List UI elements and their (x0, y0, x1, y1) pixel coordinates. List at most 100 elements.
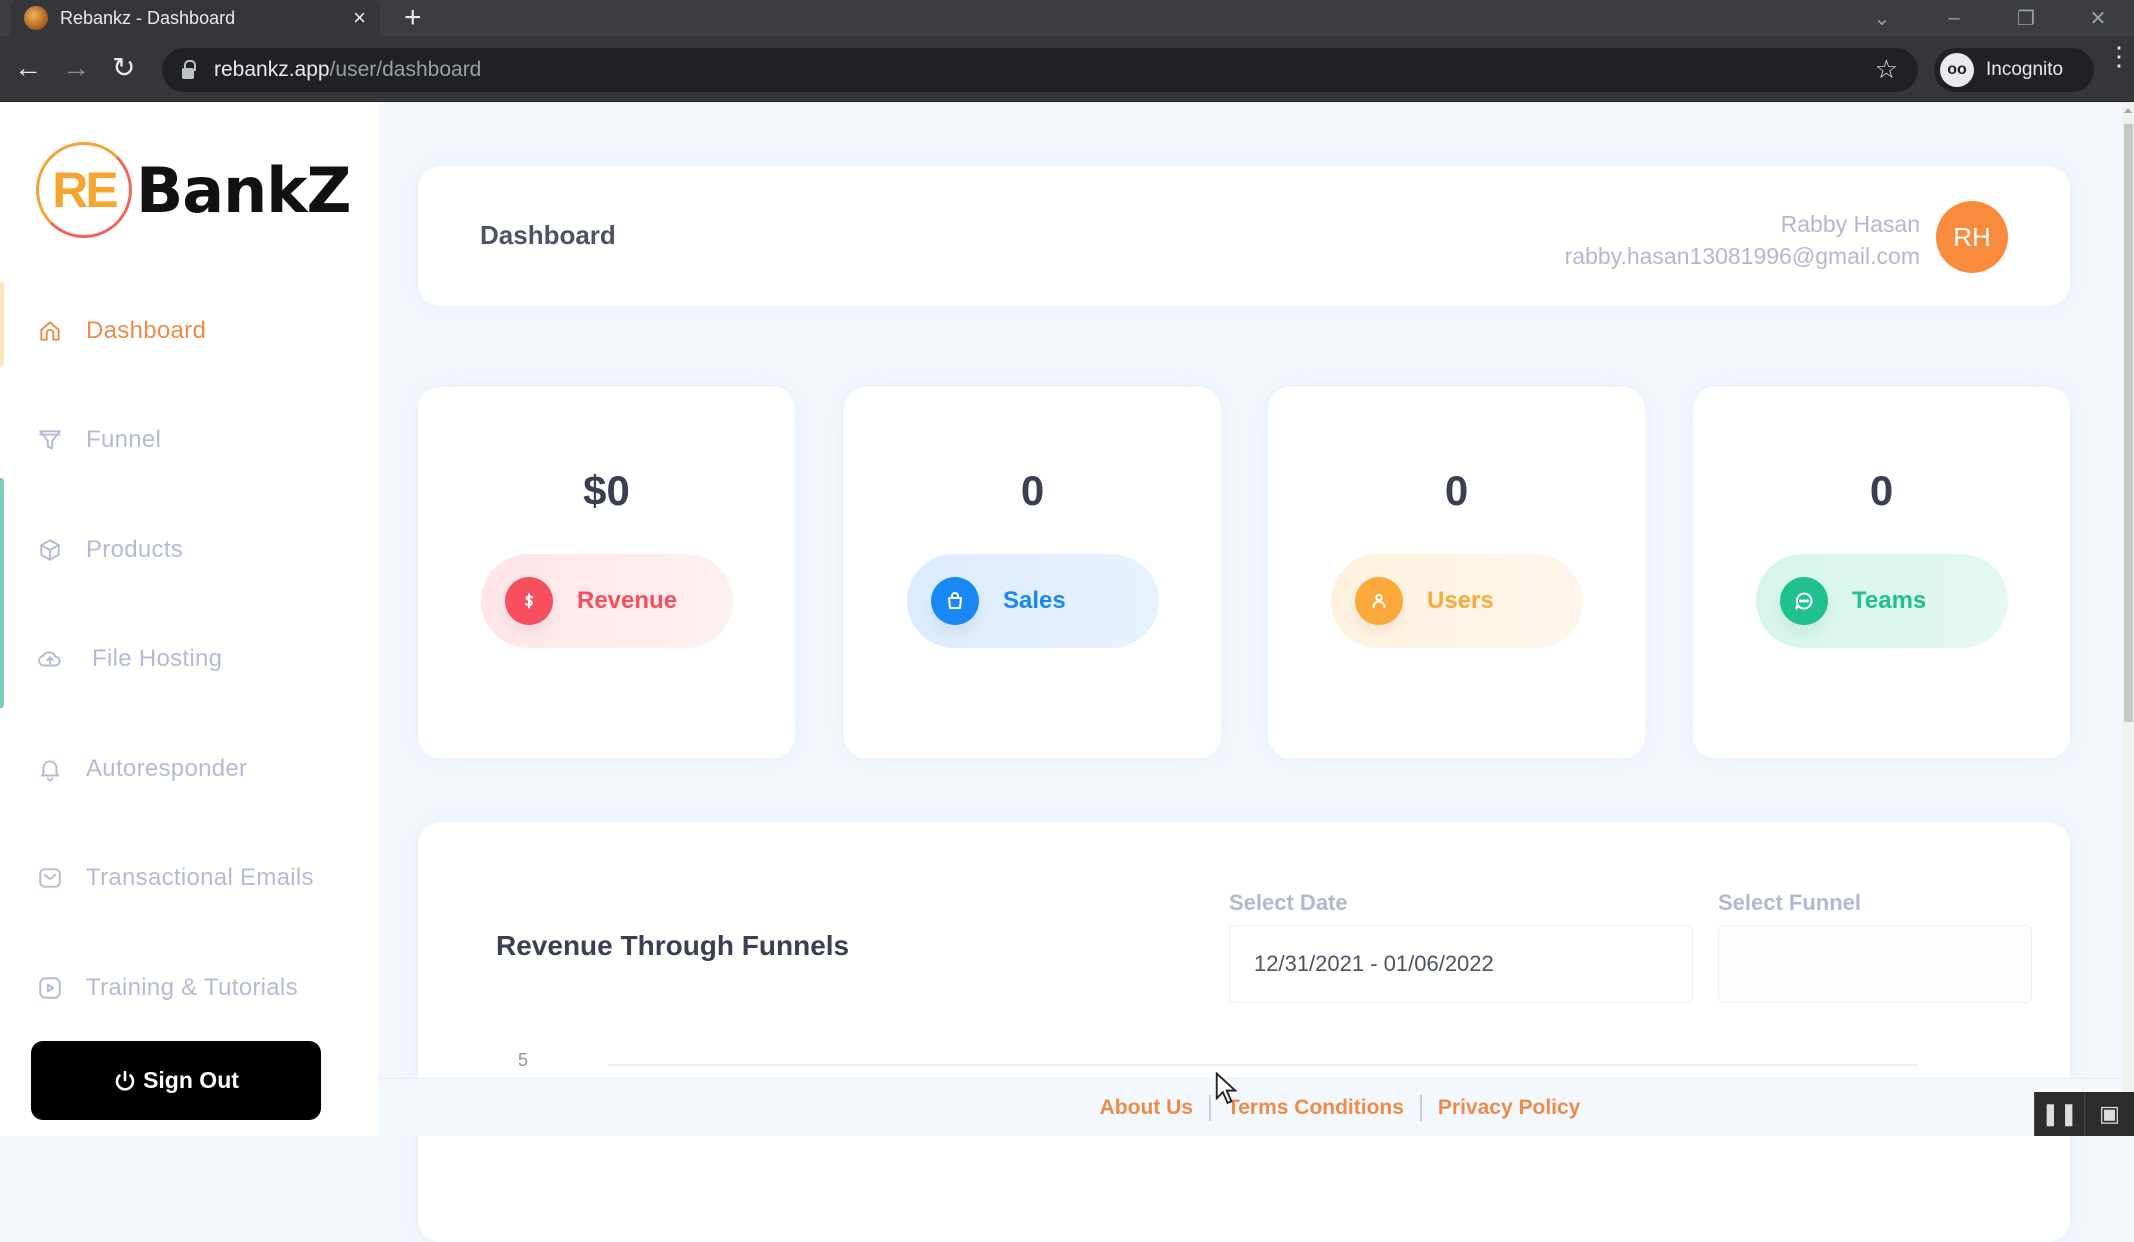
funnel-select[interactable] (1718, 925, 2032, 1003)
restore-icon[interactable]: ❐ (1990, 6, 2062, 31)
logo-circle-arrows-icon: RE (36, 142, 132, 238)
sidebar-item-file-hosting[interactable]: File Hosting (36, 639, 222, 679)
about-us-link[interactable]: About Us (1100, 1096, 1193, 1120)
sidebar-item-label: Autoresponder (86, 755, 248, 782)
browser-tab[interactable]: Rebankz - Dashboard × (10, 0, 380, 36)
panel-title: Revenue Through Funnels (496, 930, 850, 961)
browser-tab-bar: Rebankz - Dashboard × + ⌄ – ❐ ✕ (0, 0, 2134, 36)
user-icon (1355, 577, 1403, 625)
stat-value: 0 (1020, 467, 1045, 514)
home-icon (36, 317, 64, 345)
sidebar-item-label: Funnel (86, 426, 162, 453)
tab-title: Rebankz - Dashboard (60, 7, 236, 28)
window-controls: ⌄ – ❐ ✕ (1846, 0, 2134, 36)
sidebar-item-funnel[interactable]: Funnel (36, 420, 161, 460)
sidebar-item-label: File Hosting (92, 645, 223, 672)
sidebar-item-dashboard[interactable]: Dashboard (36, 311, 206, 351)
date-range-input[interactable]: 12/31/2021 - 01/06/2022 (1229, 925, 1693, 1003)
close-tab-icon[interactable]: × (353, 5, 366, 31)
incognito-label: Incognito (1986, 59, 2064, 80)
rebankz-logo[interactable]: RE BankZ (36, 140, 351, 240)
select-date-label: Select Date (1229, 890, 1348, 915)
sidebar-item-autoresponder[interactable]: Autoresponder (36, 749, 247, 789)
revenue-pill[interactable]: Revenue (481, 554, 733, 648)
chat-icon (1780, 577, 1828, 625)
lock-icon (182, 59, 196, 79)
recording-controls: ❚❚ ▣ (2034, 1092, 2134, 1136)
dollar-icon (505, 577, 553, 625)
sidebar-item-training-tutorials[interactable]: Training & Tutorials (36, 968, 298, 1008)
shopping-bag-icon (931, 577, 979, 625)
scroll-up-arrow-icon[interactable] (2124, 108, 2132, 113)
stat-label: Sales (1003, 587, 1066, 614)
sidebar-item-label: Products (86, 536, 184, 563)
footer: About Us Terms Conditions Privacy Policy (378, 1078, 2122, 1136)
stat-label: Revenue (577, 587, 678, 614)
page-scrollbar[interactable] (2122, 102, 2134, 1136)
box-icon (36, 536, 64, 564)
bookmark-star-icon[interactable]: ☆ (1875, 54, 1898, 85)
incognito-icon: oo (1940, 53, 1974, 87)
url-path: /user/dashboard (329, 58, 482, 81)
url-bar[interactable]: rebankz.app/user/dashboard ☆ (162, 48, 1918, 92)
funnel-icon (36, 426, 64, 454)
cloud-upload-icon (36, 645, 64, 673)
logo-re-text: RE (52, 162, 118, 218)
avatar[interactable]: RH (1936, 201, 2008, 273)
tab-search-icon[interactable]: ⌄ (1846, 6, 1918, 31)
stat-card-teams: 0 Teams (1693, 387, 2070, 758)
sidebar-accent-bar (0, 478, 4, 708)
sign-out-button[interactable]: Sign Out (31, 1041, 321, 1120)
sidebar-item-products[interactable]: Products (36, 530, 183, 570)
minimize-icon[interactable]: – (1918, 7, 1990, 30)
privacy-policy-link[interactable]: Privacy Policy (1438, 1096, 1580, 1120)
stat-label: Teams (1852, 587, 1927, 614)
footer-separator (1419, 1094, 1422, 1121)
logo-text: BankZ (136, 153, 351, 227)
terms-conditions-link[interactable]: Terms Conditions (1227, 1096, 1404, 1120)
page-header: Dashboard Rabby Hasan rabby.hasan1308199… (418, 166, 2070, 306)
sidebar-item-label: Transactional Emails (86, 864, 314, 891)
teams-pill[interactable]: Teams (1756, 554, 2008, 648)
stat-card-sales: 0 Sales (844, 387, 1221, 758)
reload-icon[interactable]: ↻ (112, 51, 135, 85)
stat-card-revenue: $0 Revenue (418, 387, 795, 758)
sign-out-label: Sign Out (143, 1067, 239, 1093)
bell-icon (36, 755, 64, 783)
stat-value: $0 (583, 467, 630, 514)
incognito-profile-button[interactable]: oo Incognito (1934, 48, 2094, 92)
chart-gridline (608, 1064, 1918, 1066)
user-email: rabby.hasan13081996@gmail.com (1564, 243, 1920, 269)
pause-icon[interactable]: ❚❚ (2034, 1092, 2084, 1136)
stat-value: 0 (1444, 467, 1469, 514)
rebankz-favicon-icon (24, 6, 48, 30)
chart-y-tick: 5 (518, 1050, 529, 1070)
sidebar: RE BankZ Dashboard Funnel Products File … (0, 102, 378, 1136)
browser-menu-icon[interactable]: ⋮ (2106, 43, 2132, 69)
scrollbar-thumb[interactable] (2124, 124, 2133, 722)
active-indicator (0, 282, 4, 366)
back-arrow-icon[interactable]: ← (14, 51, 42, 85)
new-tab-button[interactable]: + (404, 1, 422, 35)
mail-icon (36, 864, 64, 892)
footer-separator (1208, 1094, 1211, 1121)
users-pill[interactable]: Users (1331, 554, 1583, 648)
address-toolbar: ← → ↻ rebankz.app/user/dashboard ☆ oo In… (0, 36, 2134, 102)
picture-in-picture-icon[interactable]: ▣ (2084, 1092, 2134, 1136)
stat-card-users: 0 Users (1268, 387, 1645, 758)
sales-pill[interactable]: Sales (907, 554, 1159, 648)
main-content: Dashboard Rabby Hasan rabby.hasan1308199… (378, 102, 2122, 1242)
mouse-cursor-icon (1215, 1072, 1237, 1105)
url-host: rebankz.app (214, 58, 330, 81)
user-name: Rabby Hasan (1780, 211, 1920, 237)
revenue-funnels-panel: Revenue Through Funnels Select Date 12/3… (418, 822, 2070, 1242)
page-title: Dashboard (480, 220, 616, 250)
stat-value: 0 (1869, 467, 1894, 514)
sidebar-item-label: Training & Tutorials (86, 974, 298, 1001)
sidebar-item-transactional-emails[interactable]: Transactional Emails (36, 858, 314, 898)
stat-label: Users (1427, 587, 1494, 614)
close-window-icon[interactable]: ✕ (2062, 6, 2134, 31)
play-icon (36, 974, 64, 1002)
select-funnel-label: Select Funnel (1718, 890, 1862, 915)
forward-arrow-icon[interactable]: → (62, 51, 90, 85)
